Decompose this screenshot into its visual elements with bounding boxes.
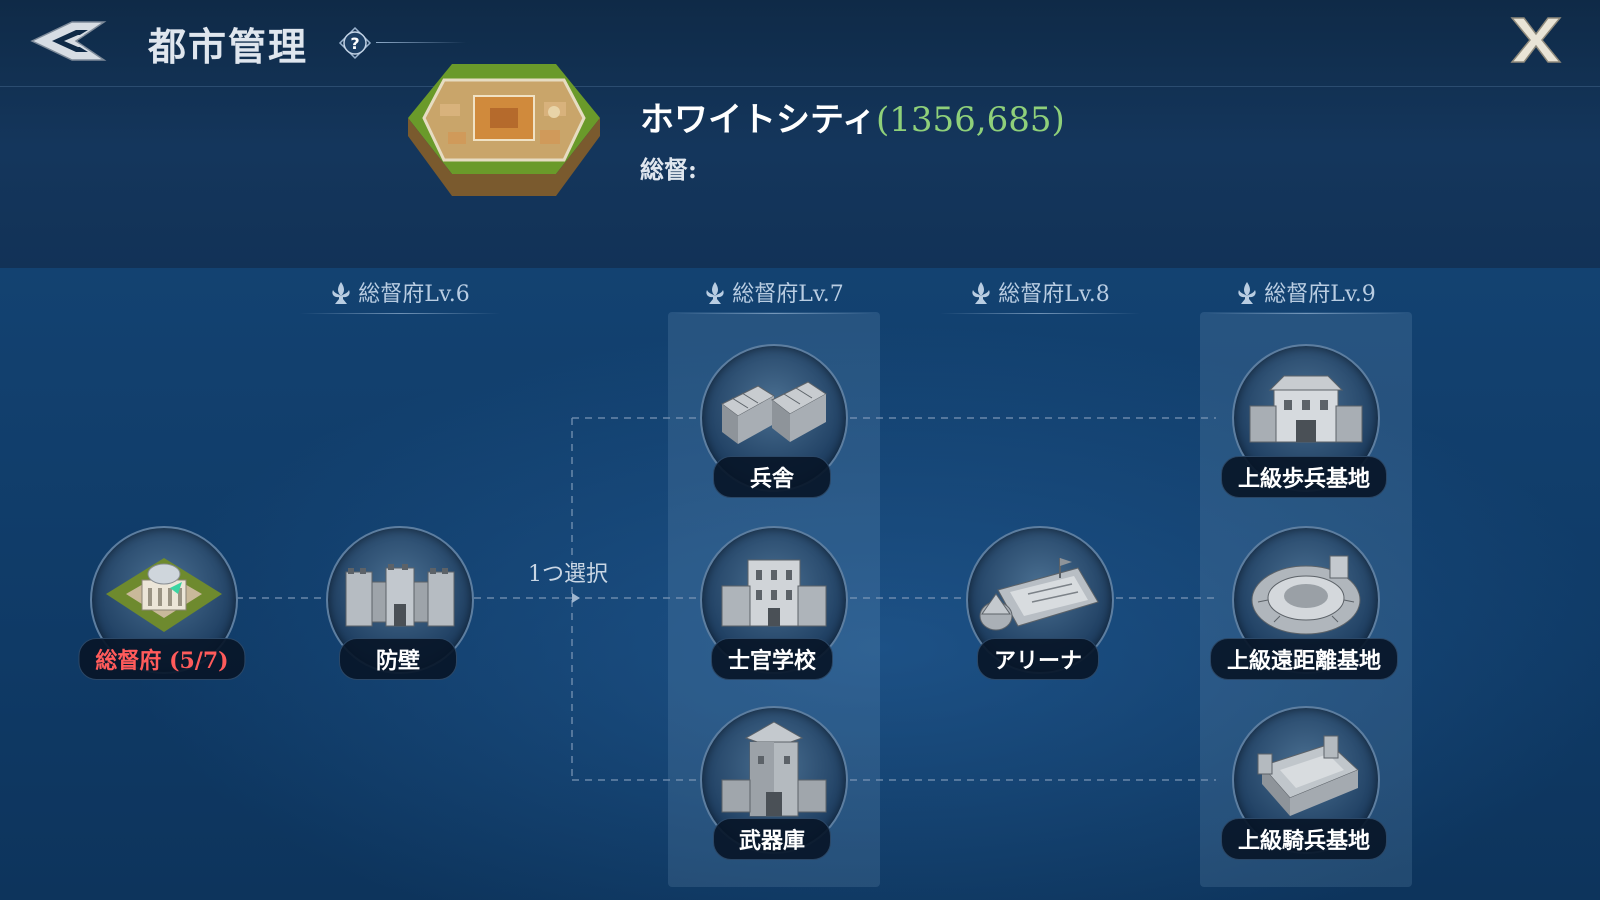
building-label: 上級遠距離基地 <box>1209 638 1399 680</box>
tier-header-lv9-label: 総督府Lv.9 <box>1264 282 1376 307</box>
building-armory[interactable]: 武器庫 <box>692 706 852 866</box>
building-governor-office[interactable]: 総督府 (5/7) <box>78 526 246 686</box>
building-label: 士官学校 <box>710 638 834 680</box>
svg-text:?: ? <box>350 34 359 53</box>
back-arrow-icon <box>30 21 107 61</box>
tier-header-lv9: 総督府Lv.9 <box>1196 276 1416 316</box>
tier-header-underline <box>300 313 500 314</box>
building-label: 防壁 <box>339 638 457 680</box>
tier-header-lv8: 総督府Lv.8 <box>930 276 1150 316</box>
help-button[interactable]: ? <box>338 26 372 60</box>
city-thumbnail <box>404 56 604 206</box>
building-label: 兵舎 <box>713 456 831 498</box>
tier-header-lv6: 総督府Lv.6 <box>290 276 510 316</box>
building-officer-school[interactable]: 士官学校 <box>692 526 852 686</box>
building-label: アリーナ <box>976 638 1100 680</box>
city-map-icon <box>408 64 600 196</box>
city-name-text: ホワイトシティ <box>640 100 876 140</box>
back-button[interactable] <box>28 18 108 64</box>
tier-header-lv7: 総督府Lv.7 <box>664 276 884 316</box>
building-advanced-infantry-base[interactable]: 上級歩兵基地 <box>1220 344 1388 504</box>
building-advanced-ranged-base[interactable]: 上級遠距離基地 <box>1209 526 1399 686</box>
building-wall[interactable]: 防壁 <box>318 526 478 686</box>
fleur-de-lis-icon <box>332 282 350 304</box>
tier-header-lv7-label: 総督府Lv.7 <box>732 282 844 307</box>
building-label: 総督府 (5/7) <box>78 638 246 680</box>
tier-header-lv8-label: 総督府Lv.8 <box>998 282 1110 307</box>
building-label: 上級歩兵基地 <box>1220 456 1388 498</box>
header-divider <box>0 86 1600 87</box>
fleur-de-lis-icon <box>706 282 724 304</box>
building-label: 上級騎兵基地 <box>1220 818 1388 860</box>
governor-label: 総督: <box>640 155 697 184</box>
fleur-de-lis-icon <box>972 282 990 304</box>
top-bar: 都市管理 ? ホワイトシティ(1356,685) 総督: <box>0 0 1600 269</box>
help-decor-line <box>376 42 466 43</box>
fleur-de-lis-icon <box>1238 282 1256 304</box>
city-name: ホワイトシティ(1356,685) <box>640 92 1065 141</box>
close-button[interactable] <box>1508 14 1564 66</box>
city-coordinates[interactable]: (1356,685) <box>876 100 1065 140</box>
tier-header-underline <box>940 313 1140 314</box>
building-advanced-cavalry-base[interactable]: 上級騎兵基地 <box>1220 706 1388 866</box>
tier-header-lv6-label: 総督府Lv.6 <box>358 282 470 307</box>
tier-header-underline <box>674 313 874 314</box>
building-arena[interactable]: アリーナ <box>958 526 1118 686</box>
choose-one-label: 1つ選択 <box>528 562 608 587</box>
building-barracks[interactable]: 兵舎 <box>692 344 852 504</box>
close-icon <box>1510 17 1562 63</box>
page-title: 都市管理 <box>148 24 309 69</box>
building-label: 武器庫 <box>713 818 831 860</box>
question-mark-icon: ? <box>338 26 372 60</box>
tier-header-underline <box>1206 313 1406 314</box>
